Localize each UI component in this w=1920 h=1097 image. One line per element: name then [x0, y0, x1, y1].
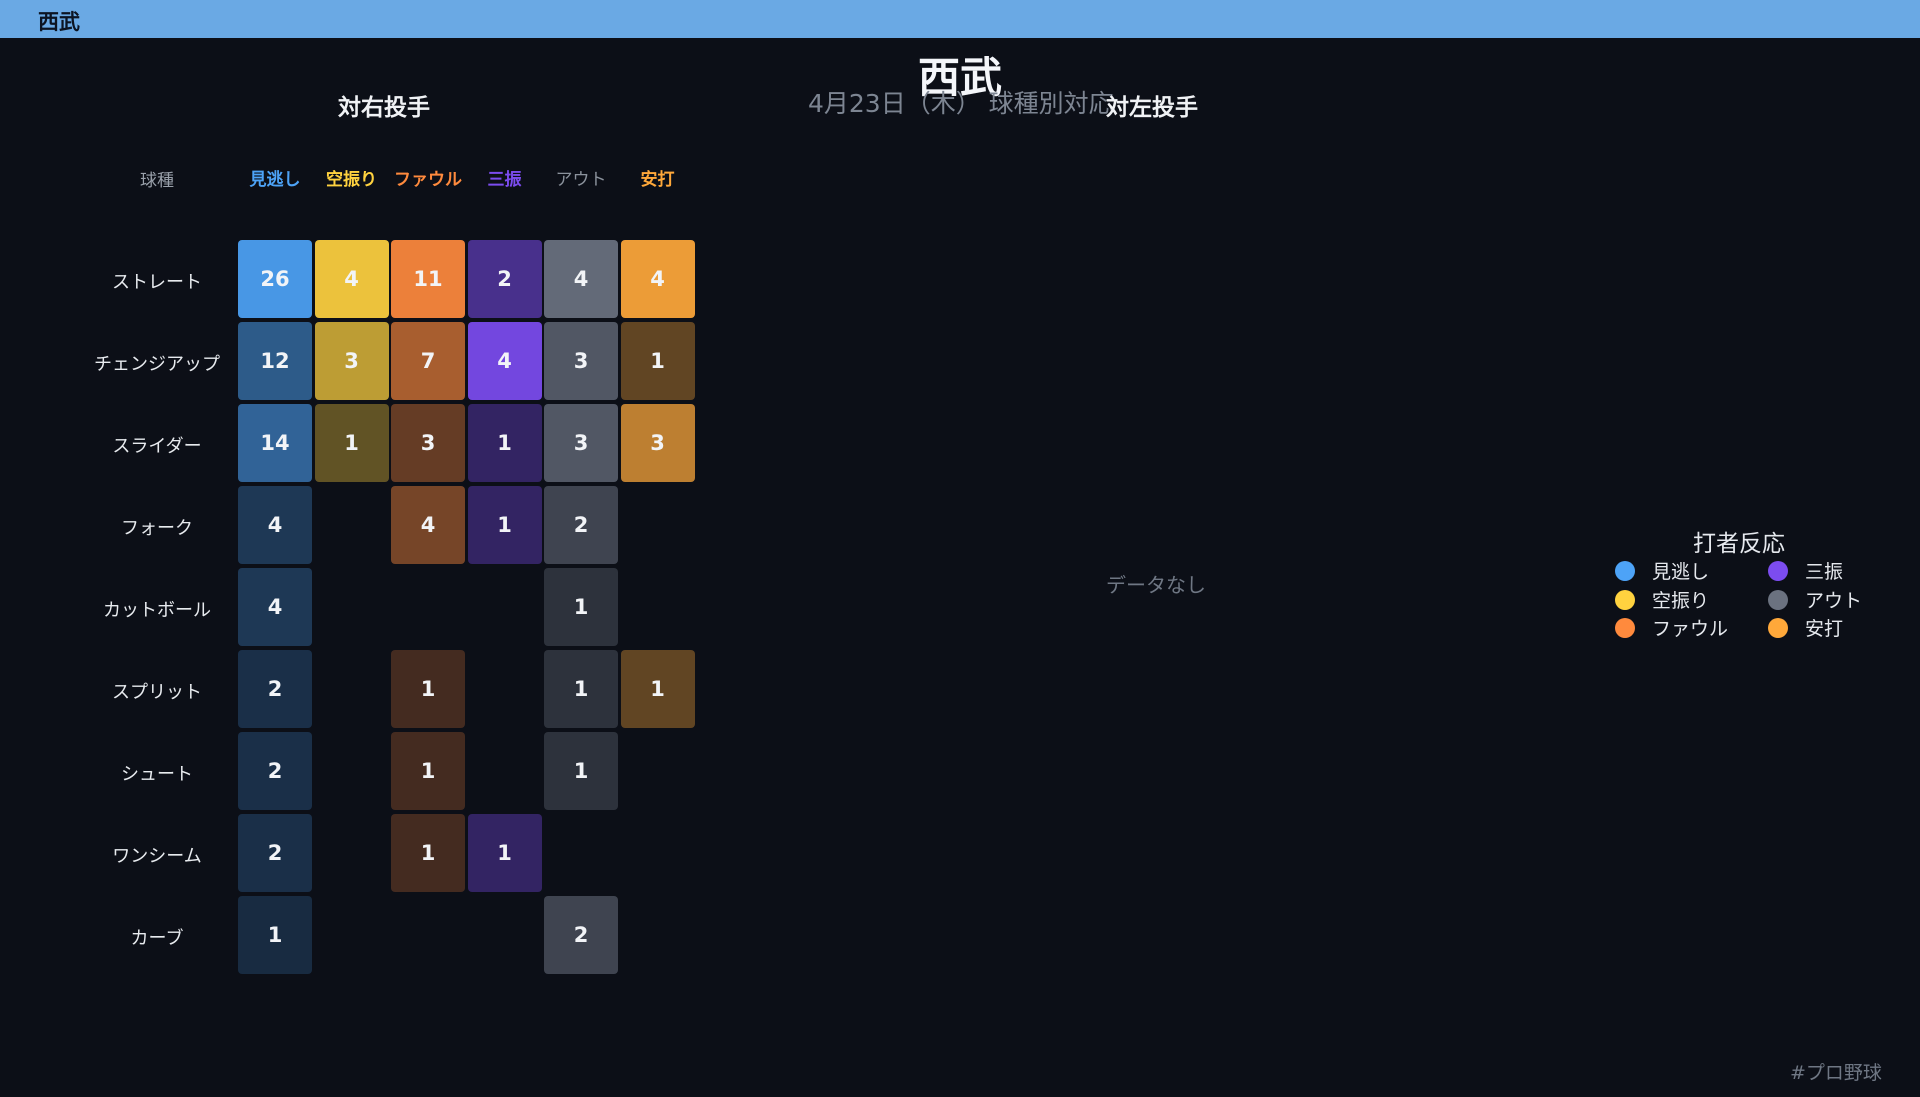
pitch-type-label: カットボール — [103, 600, 211, 621]
legend-dot-icon — [1768, 617, 1788, 638]
heatmap-cell: 4 — [238, 486, 312, 564]
legend-item: 見逃し — [1615, 557, 1709, 584]
legend-title: 打者反応 — [1693, 531, 1785, 557]
top-bar-title: 西武 — [38, 10, 80, 34]
heatmap-cell: 1 — [620, 322, 695, 400]
column-header: 見逃し — [249, 170, 301, 190]
column-header: 空振り — [326, 170, 377, 190]
legend-label: 空振り — [1652, 590, 1710, 612]
heatmap-cell: 2 — [544, 486, 618, 564]
legend-item: ファウル — [1615, 614, 1728, 641]
heatmap-cell: 14 — [238, 404, 312, 482]
pitch-type-label: チェンジアップ — [94, 354, 220, 375]
pitch-type-label: スライダー — [112, 436, 202, 457]
heatmap-cell: 1 — [391, 650, 465, 728]
heatmap-cell: 1 — [467, 814, 542, 892]
legend-label: アウト — [1805, 590, 1863, 612]
pitch-type-label: シュート — [121, 764, 193, 785]
pitch-type-label: スプリット — [112, 682, 202, 703]
legend-dot-icon — [1615, 589, 1635, 610]
legend-dot-icon — [1615, 617, 1635, 638]
heatmap-cell: 2 — [238, 814, 312, 892]
heatmap-cell: 1 — [391, 814, 465, 892]
legend-label: 見逃し — [1652, 561, 1710, 583]
legend-dot-icon — [1768, 589, 1788, 610]
top-bar: 西武 — [0, 0, 1920, 38]
heatmap-cell: 2 — [467, 240, 542, 318]
heatmap-cell: 3 — [314, 322, 389, 400]
column-header: アウト — [555, 170, 607, 190]
heatmap-cell: 12 — [238, 322, 312, 400]
legend-label: 三振 — [1805, 561, 1844, 583]
heatmap-cell: 1 — [314, 404, 389, 482]
pitch-type-label: ストレート — [112, 272, 202, 293]
pitch-type-label: フォーク — [121, 518, 193, 539]
legend-item: 安打 — [1768, 614, 1843, 641]
heatmap-cell: 4 — [314, 240, 389, 318]
heatmap-cell: 2 — [238, 732, 312, 810]
heatmap-cell: 1 — [620, 650, 695, 728]
heatmap-cell: 4 — [544, 240, 618, 318]
legend-item: 三振 — [1768, 557, 1843, 584]
heatmap-cell: 7 — [391, 322, 465, 400]
legend-item: アウト — [1768, 586, 1862, 613]
pitch-type-label: ワンシーム — [112, 846, 202, 867]
row-header-label: 球種 — [140, 171, 174, 191]
column-header: 三振 — [487, 170, 522, 190]
panel-title-right-pitcher: 対右投手 — [338, 95, 430, 121]
heatmap-cell: 1 — [544, 650, 618, 728]
legend-dot-icon — [1768, 560, 1788, 581]
heatmap-cell: 2 — [238, 650, 312, 728]
column-header: ファウル — [394, 170, 462, 190]
heatmap-cell: 3 — [391, 404, 465, 482]
heatmap-cell: 4 — [238, 568, 312, 646]
hashtag: #プロ野球 — [1790, 1062, 1882, 1084]
heatmap-cell: 4 — [467, 322, 542, 400]
heatmap-cell: 3 — [544, 404, 618, 482]
legend-label: 安打 — [1805, 618, 1844, 640]
heatmap-cell: 3 — [620, 404, 695, 482]
heatmap-cell: 11 — [391, 240, 465, 318]
heatmap-cell: 1 — [544, 732, 618, 810]
heatmap-cell: 1 — [391, 732, 465, 810]
column-header: 安打 — [640, 170, 675, 190]
heatmap-cell: 3 — [544, 322, 618, 400]
heatmap-cell: 4 — [620, 240, 695, 318]
legend-dot-icon — [1615, 560, 1635, 581]
heatmap-cell: 1 — [544, 568, 618, 646]
chart-subtitle: 4月23日（木） 球種別対応 — [808, 89, 1114, 118]
no-data-text: データなし — [1106, 573, 1206, 597]
heatmap-cell: 1 — [238, 896, 312, 974]
heatmap-cell: 4 — [391, 486, 465, 564]
heatmap-cell: 2 — [544, 896, 618, 974]
heatmap-cell: 1 — [467, 486, 542, 564]
legend-label: ファウル — [1652, 618, 1729, 640]
pitch-type-label: カーブ — [130, 928, 184, 949]
panel-title-left-pitcher: 対左投手 — [1106, 95, 1198, 121]
heatmap-cell: 1 — [467, 404, 542, 482]
legend-item: 空振り — [1615, 586, 1709, 613]
heatmap-cell: 26 — [238, 240, 312, 318]
